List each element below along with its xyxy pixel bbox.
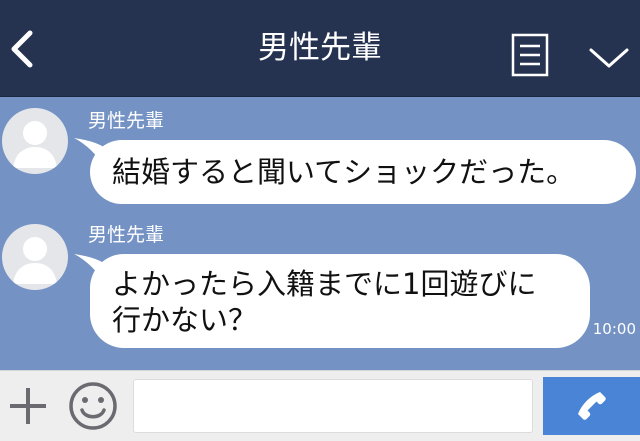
sender-name: 男性先輩 xyxy=(88,110,165,132)
chat-title: 男性先輩 xyxy=(258,30,382,66)
avatar[interactable] xyxy=(2,224,68,290)
message-timestamp: 10:00 xyxy=(592,320,636,338)
person-silhouette-icon xyxy=(13,237,57,284)
phone-icon xyxy=(578,392,606,420)
message-input[interactable] xyxy=(133,379,533,433)
sender-name: 男性先輩 xyxy=(88,224,165,246)
person-silhouette-icon xyxy=(13,121,57,168)
document-list-icon[interactable] xyxy=(510,32,550,78)
plus-icon[interactable] xyxy=(6,384,50,428)
message-row: 男性先輩 よかったら入籍までに1回遊びに 行かない？ 10:00 xyxy=(0,216,640,370)
message-row: 男性先輩 結婚すると聞いてショックだった。 xyxy=(0,96,640,216)
chat-area[interactable]: 男性先輩 結婚すると聞いてショックだった。 男性先輩 よかったら入籍までに1回遊… xyxy=(0,96,640,370)
chat-header: 男性先輩 xyxy=(0,0,640,97)
message-bubble[interactable]: よかったら入籍までに1回遊びに 行かない？ xyxy=(90,254,590,348)
avatar[interactable] xyxy=(2,108,68,174)
call-button[interactable] xyxy=(543,377,640,435)
chevron-down-icon[interactable] xyxy=(585,40,633,74)
chevron-left-icon[interactable] xyxy=(4,27,44,71)
message-input-bar xyxy=(0,370,640,441)
smiley-icon[interactable] xyxy=(66,379,120,433)
message-bubble[interactable]: 結婚すると聞いてショックだった。 xyxy=(90,140,636,204)
